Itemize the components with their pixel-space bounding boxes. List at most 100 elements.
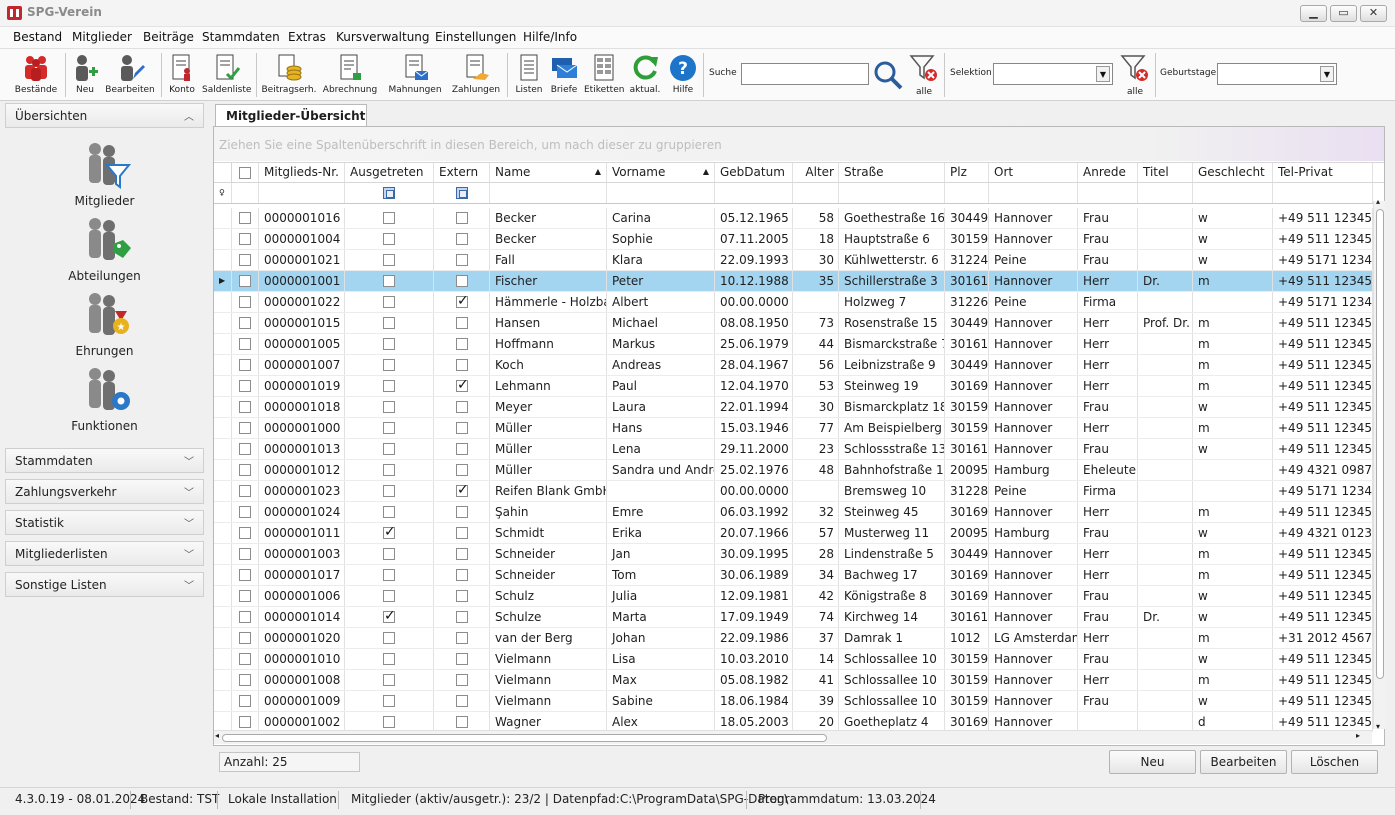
row-select-checkbox[interactable] xyxy=(232,670,259,690)
table-row[interactable]: 0000001005 Hoffmann Markus 25.06.1979 44 Bism… xyxy=(214,334,1374,355)
sidebar-item-ehrungen[interactable]: ★ Ehrungen xyxy=(5,291,204,366)
table-row[interactable]: 0000001015 Hansen Michael 08.08.1950 73 Rosen… xyxy=(214,313,1374,334)
cell-ext-checkbox[interactable] xyxy=(434,418,490,438)
sidebar-group-zahlungsverkehr[interactable]: Zahlungsverkehr ﹀ xyxy=(5,479,204,504)
table-row[interactable]: 0000001013 Müller Lena 29.11.2000 23 Schlosss… xyxy=(214,439,1374,460)
row-indicator[interactable] xyxy=(214,523,232,543)
row-select-checkbox[interactable] xyxy=(232,607,259,627)
filter-geschlecht[interactable] xyxy=(1193,183,1273,203)
row-select-checkbox[interactable] xyxy=(232,502,259,522)
sidebar-item-mitglieder[interactable]: Mitglieder xyxy=(5,141,204,216)
cell-ext-checkbox[interactable] xyxy=(434,523,490,543)
filter-strasse[interactable] xyxy=(839,183,945,203)
column-header-mitglieds-nr[interactable]: Mitglieds-Nr. xyxy=(259,163,345,182)
row-indicator[interactable] xyxy=(214,691,232,711)
row-select-checkbox[interactable] xyxy=(232,649,259,669)
vertical-scroll-thumb[interactable] xyxy=(1376,209,1384,679)
row-select-checkbox[interactable] xyxy=(232,208,259,228)
row-select-checkbox[interactable] xyxy=(232,712,259,732)
table-row[interactable]: 0000001000 Müller Hans 15.03.1946 77 Am Beisp… xyxy=(214,418,1374,439)
row-select-checkbox[interactable] xyxy=(232,271,259,291)
row-indicator[interactable] xyxy=(214,376,232,396)
sidebar-group-sonstige-listen[interactable]: Sonstige Listen ﹀ xyxy=(5,572,204,597)
sidebar-group-stammdaten[interactable]: Stammdaten ﹀ xyxy=(5,448,204,473)
filter-mitglieds-nr[interactable] xyxy=(259,183,345,203)
group-by-area[interactable]: Ziehen Sie eine Spaltenüberschrift in di… xyxy=(214,127,1384,161)
minimize-button[interactable]: ▁ xyxy=(1300,5,1327,22)
cell-ext-checkbox[interactable] xyxy=(434,208,490,228)
table-row[interactable]: 0000001024 Şahin Emre 06.03.1992 32 Steinweg … xyxy=(214,502,1374,523)
table-row[interactable]: 0000001011 SchmidtErika20.07.196657Muster… xyxy=(214,523,1374,544)
row-select-checkbox[interactable] xyxy=(232,460,259,480)
cell-ext-checkbox[interactable] xyxy=(434,250,490,270)
cell-aus-checkbox[interactable] xyxy=(345,397,434,417)
cell-ext-checkbox[interactable] xyxy=(434,334,490,354)
toolbar-saldenliste-button[interactable]: Saldenliste xyxy=(202,51,251,99)
scroll-down-icon[interactable]: ▾ xyxy=(1376,722,1380,731)
select-all-checkbox[interactable] xyxy=(232,163,259,182)
cell-aus-checkbox[interactable] xyxy=(345,334,434,354)
cell-ext-checkbox[interactable] xyxy=(434,229,490,249)
column-header-gebdatum[interactable]: GebDatum xyxy=(715,163,793,182)
table-row[interactable]: 0000001006 Schulz Julia 12.09.1981 42 Königst… xyxy=(214,586,1374,607)
column-header-strasse[interactable]: Straße xyxy=(839,163,945,182)
cell-ext-checkbox[interactable] xyxy=(434,292,490,312)
column-header-ort[interactable]: Ort xyxy=(989,163,1078,182)
cell-aus-checkbox[interactable] xyxy=(345,670,434,690)
cell-aus-checkbox[interactable] xyxy=(345,544,434,564)
row-indicator[interactable] xyxy=(214,229,232,249)
column-header-ausgetreten[interactable]: Ausgetreten xyxy=(345,163,434,182)
table-row[interactable]: 0000001012 Müller Sandra und André 25.02.19… xyxy=(214,460,1374,481)
table-row[interactable]: 0000001017 Schneider Tom 30.06.1989 34 Bachwe… xyxy=(214,565,1374,586)
row-select-checkbox[interactable] xyxy=(232,313,259,333)
menu-bestand[interactable]: Bestand xyxy=(13,30,62,44)
cell-aus-checkbox[interactable] xyxy=(345,691,434,711)
filter-vorname[interactable] xyxy=(607,183,715,203)
toolbar-aktualisieren-button[interactable]: aktual. xyxy=(628,51,662,99)
cell-ext-checkbox[interactable] xyxy=(434,544,490,564)
column-header-geschlecht[interactable]: Geschlecht xyxy=(1193,163,1273,182)
menu-beitraege[interactable]: Beiträge xyxy=(143,30,194,44)
column-header-anrede[interactable]: Anrede xyxy=(1078,163,1138,182)
table-row[interactable]: 0000001016 Becker Carina 05.12.1965 58 Goethe… xyxy=(214,208,1374,229)
table-row[interactable]: 0000001023 Reifen Blank GmbH 00.00.0000 Bre… xyxy=(214,481,1374,502)
cell-aus-checkbox[interactable] xyxy=(345,229,434,249)
cell-ext-checkbox[interactable] xyxy=(434,565,490,585)
row-indicator[interactable] xyxy=(214,208,232,228)
table-row[interactable]: 0000001020 van der Berg Johan 22.09.1986 37 D… xyxy=(214,628,1374,649)
cell-ext-checkbox[interactable] xyxy=(434,670,490,690)
cell-aus-checkbox[interactable] xyxy=(345,313,434,333)
toolbar-hilfe-button[interactable]: ? Hilfe xyxy=(666,51,700,99)
row-select-checkbox[interactable] xyxy=(232,544,259,564)
row-select-checkbox[interactable] xyxy=(232,481,259,501)
row-indicator[interactable] xyxy=(214,460,232,480)
cell-aus-checkbox[interactable] xyxy=(345,250,434,270)
cell-aus-checkbox[interactable] xyxy=(345,649,434,669)
row-indicator[interactable] xyxy=(214,586,232,606)
row-select-checkbox[interactable] xyxy=(232,376,259,396)
filter-plz[interactable] xyxy=(945,183,989,203)
row-indicator[interactable] xyxy=(214,628,232,648)
cell-aus-checkbox[interactable] xyxy=(345,208,434,228)
scroll-up-icon[interactable]: ▴ xyxy=(1376,197,1380,206)
row-select-checkbox[interactable] xyxy=(232,229,259,249)
cell-ext-checkbox[interactable] xyxy=(434,586,490,606)
table-row[interactable]: 0000001019 LehmannPaul12.04.197053Steinwe… xyxy=(214,376,1374,397)
cell-aus-checkbox[interactable] xyxy=(345,481,434,501)
cell-ext-checkbox[interactable] xyxy=(434,649,490,669)
cell-aus-checkbox[interactable] xyxy=(345,502,434,522)
row-indicator[interactable]: ▶ xyxy=(214,271,232,291)
menu-mitglieder[interactable]: Mitglieder xyxy=(72,30,132,44)
cell-ext-checkbox[interactable] xyxy=(434,439,490,459)
column-header-vorname[interactable]: Vorname ▲ xyxy=(607,163,715,182)
menu-einstellungen[interactable]: Einstellungen xyxy=(435,30,516,44)
menu-stammdaten[interactable]: Stammdaten xyxy=(202,30,280,44)
row-select-checkbox[interactable] xyxy=(232,397,259,417)
row-indicator[interactable] xyxy=(214,355,232,375)
filter-gebdatum[interactable] xyxy=(715,183,793,203)
sidebar-group-mitgliederlisten[interactable]: Mitgliederlisten ﹀ xyxy=(5,541,204,566)
maximize-button[interactable]: ▭ xyxy=(1330,5,1357,22)
row-select-checkbox[interactable] xyxy=(232,250,259,270)
sidebar-group-statistik[interactable]: Statistik ﹀ xyxy=(5,510,204,535)
row-indicator[interactable] xyxy=(214,712,232,732)
